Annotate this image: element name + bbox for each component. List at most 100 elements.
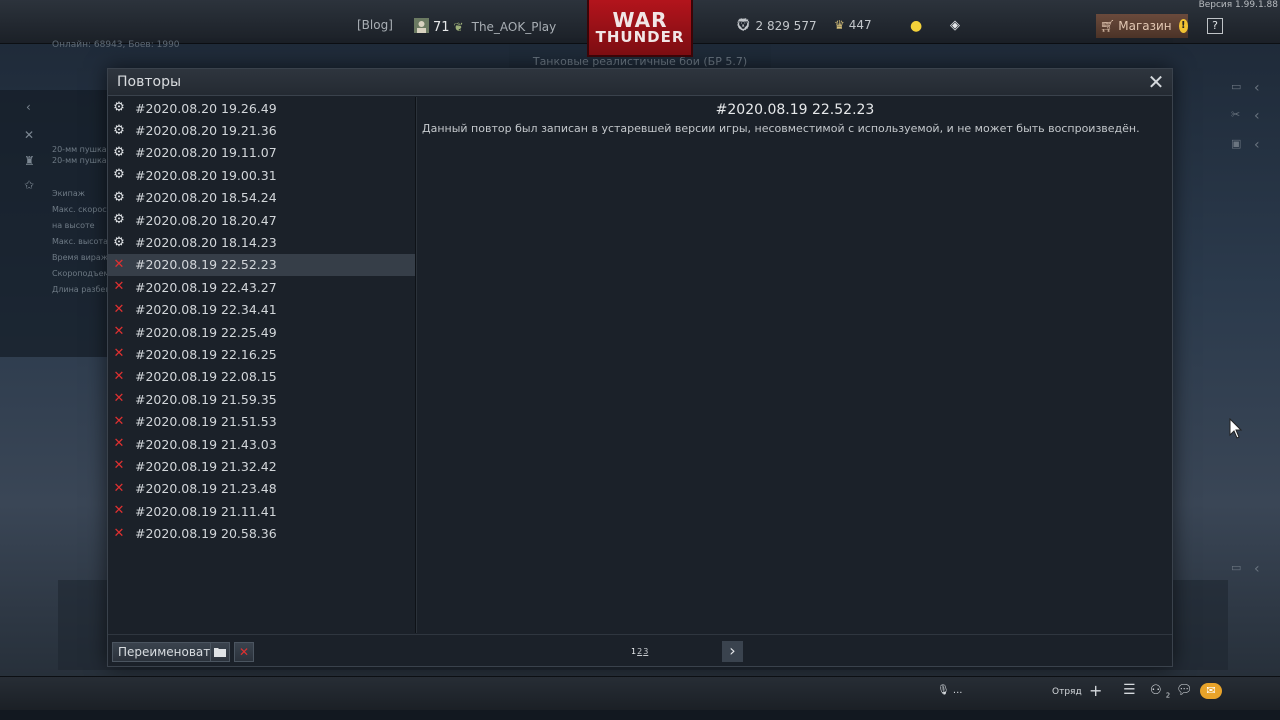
replay-name: #2020.08.19 22.08.15	[135, 369, 277, 385]
shop-label: Магазин	[1118, 19, 1172, 33]
voice-chat[interactable]: 🎙︎ ...	[937, 685, 962, 696]
bottom-strip	[0, 710, 1280, 720]
error-x-icon: ✕	[113, 480, 125, 496]
open-folder-button[interactable]	[210, 642, 230, 662]
replay-detail-message: Данный повтор был записан в устаревшей в…	[422, 122, 1140, 135]
page-2[interactable]: 2	[637, 647, 642, 656]
microphone-icon: 🎙︎	[937, 685, 950, 696]
delete-button[interactable]: ✕	[234, 642, 254, 662]
replay-row[interactable]: ✕ #2020.08.19 22.16.25	[108, 343, 415, 365]
bg-label: на высоте	[52, 221, 95, 230]
eagle-icon: ♛	[834, 18, 845, 32]
version-label: Версия 1.99.1.88	[1198, 0, 1278, 10]
panel-icon[interactable]: ✂	[1231, 108, 1240, 121]
replay-row[interactable]: ⚙ #2020.08.20 19.00.31	[108, 164, 415, 186]
replay-name: #2020.08.20 18.14.23	[135, 235, 277, 251]
replay-name: #2020.08.19 21.59.35	[135, 391, 277, 407]
silver-lions-counter[interactable]: 🦁︎ 2 829 577	[735, 18, 817, 33]
back-chevron-icon[interactable]: ‹	[26, 100, 40, 114]
delete-x-icon: ✕	[238, 645, 250, 659]
add-squad-icon[interactable]: +	[1089, 681, 1102, 700]
collapse-chevron-icon[interactable]: ‹	[1254, 561, 1260, 577]
pagination: 1 2 3	[631, 647, 648, 656]
replay-name: #2020.08.19 22.34.41	[135, 302, 277, 318]
panel-icon[interactable]: ▭	[1231, 80, 1241, 93]
replay-detail: #2020.08.19 22.52.23 Данный повтор был з…	[421, 97, 1169, 135]
cart-icon: 🛒︎	[1100, 19, 1116, 33]
friends-button[interactable]: ⚇ 2	[1150, 683, 1170, 700]
panel-icon[interactable]: ▣	[1231, 137, 1241, 150]
error-x-icon: ✕	[113, 301, 125, 317]
replay-row[interactable]: ✕ #2020.08.19 21.43.03	[108, 433, 415, 455]
replay-name: #2020.08.19 22.25.49	[135, 324, 277, 340]
rename-button[interactable]: Переименовать	[112, 642, 224, 662]
divider	[108, 634, 1172, 635]
replay-row[interactable]: ✕ #2020.08.19 22.25.49	[108, 321, 415, 343]
replay-row[interactable]: ⚙ #2020.08.20 18.54.24	[108, 187, 415, 209]
error-x-icon: ✕	[113, 256, 125, 272]
replay-row[interactable]: ✕ #2020.08.19 21.59.35	[108, 388, 415, 410]
chat-icon[interactable]: 💬︎	[1176, 683, 1193, 698]
error-x-icon: ✕	[113, 413, 125, 429]
divider	[415, 97, 416, 633]
blog-link[interactable]: [Blog]	[357, 18, 393, 32]
replay-row[interactable]: ✕ #2020.08.19 22.34.41	[108, 299, 415, 321]
star-icon[interactable]: ✩	[24, 178, 38, 192]
replay-row[interactable]: ⚙ #2020.08.20 19.26.49	[108, 97, 415, 119]
collapse-chevron-icon[interactable]: ‹	[1254, 80, 1260, 96]
collapse-chevron-icon[interactable]: ‹	[1254, 137, 1260, 153]
online-stats: Онлайн: 68943, Боев: 1990	[52, 40, 180, 50]
collapse-chevron-icon[interactable]: ‹	[1254, 108, 1260, 124]
premium-diamond-icon[interactable]: ◈	[950, 18, 960, 33]
page-3[interactable]: 3	[643, 647, 648, 656]
player-nickname: The_AOK_Play	[471, 20, 557, 34]
logo-line1: WAR	[612, 8, 668, 32]
replay-row[interactable]: ⚙ #2020.08.20 19.21.36	[108, 119, 415, 141]
list-icon[interactable]: ☰	[1123, 682, 1136, 698]
replays-dialog: Повторы ✕ ⚙ #2020.08.20 19.26.49 ⚙ #2020.08…	[107, 68, 1173, 667]
crossed-guns-icon[interactable]: ✕	[24, 128, 38, 142]
crew-icon[interactable]: ♜	[24, 154, 38, 168]
replay-row[interactable]: ⚙ #2020.08.20 19.11.07	[108, 142, 415, 164]
tips-bulb-icon[interactable]: ●	[910, 18, 922, 34]
bg-label: Экипаж	[52, 189, 85, 198]
replay-row[interactable]: ✕ #2020.08.19 22.52.23	[108, 253, 415, 277]
friends-icon: ⚇	[1150, 683, 1162, 698]
page-1[interactable]: 1	[631, 647, 636, 656]
replay-name: #2020.08.20 18.20.47	[135, 212, 277, 228]
error-x-icon: ✕	[113, 324, 125, 340]
gear-icon: ⚙	[113, 212, 125, 228]
avatar	[414, 18, 429, 36]
close-button[interactable]: ✕	[1146, 72, 1166, 92]
replay-row[interactable]: ✕ #2020.08.19 21.11.41	[108, 500, 415, 522]
replay-name: #2020.08.20 19.11.07	[135, 145, 277, 161]
replay-name: #2020.08.19 21.11.41	[135, 503, 277, 519]
panel-icon[interactable]: ▭	[1231, 561, 1241, 574]
warning-icon: !	[1178, 19, 1188, 33]
golden-eagles-value: 447	[848, 18, 872, 32]
bottom-bar: 🎙︎ ... Отряд + ☰ ⚇ 2 💬︎ ✉	[0, 676, 1280, 710]
replay-row[interactable]: ✕ #2020.08.19 22.43.27	[108, 276, 415, 298]
bg-label: Длина разбега	[52, 285, 115, 294]
replay-row[interactable]: ⚙ #2020.08.20 18.14.23	[108, 231, 415, 253]
replay-row[interactable]: ✕ #2020.08.19 21.32.42	[108, 455, 415, 477]
mail-icon[interactable]: ✉	[1200, 683, 1222, 699]
next-page-button[interactable]: ›	[722, 641, 743, 662]
replay-row[interactable]: ⚙ #2020.08.20 18.20.47	[108, 209, 415, 231]
replay-row[interactable]: ✕ #2020.08.19 22.08.15	[108, 366, 415, 388]
error-x-icon: ✕	[113, 368, 125, 384]
replay-row[interactable]: ✕ #2020.08.19 21.51.53	[108, 410, 415, 432]
error-x-icon: ✕	[113, 346, 125, 362]
replay-list[interactable]: ⚙ #2020.08.20 19.26.49 ⚙ #2020.08.20 19.21.…	[108, 97, 415, 617]
error-x-icon: ✕	[113, 436, 125, 452]
replay-row[interactable]: ✕ #2020.08.19 20.58.36	[108, 522, 415, 544]
player-profile[interactable]: 71 ❦ The_AOK_Play	[414, 18, 556, 36]
shop-button[interactable]: 🛒︎ Магазин !	[1096, 14, 1188, 38]
replay-row[interactable]: ✕ #2020.08.19 21.23.48	[108, 478, 415, 500]
golden-eagles-counter[interactable]: ♛ 447	[834, 18, 872, 32]
error-x-icon: ✕	[113, 279, 125, 295]
help-button[interactable]: ?	[1207, 18, 1223, 34]
game-logo[interactable]: WAR THUNDER	[587, 0, 693, 57]
error-x-icon: ✕	[113, 458, 125, 474]
replay-detail-title: #2020.08.19 22.52.23	[715, 102, 875, 118]
